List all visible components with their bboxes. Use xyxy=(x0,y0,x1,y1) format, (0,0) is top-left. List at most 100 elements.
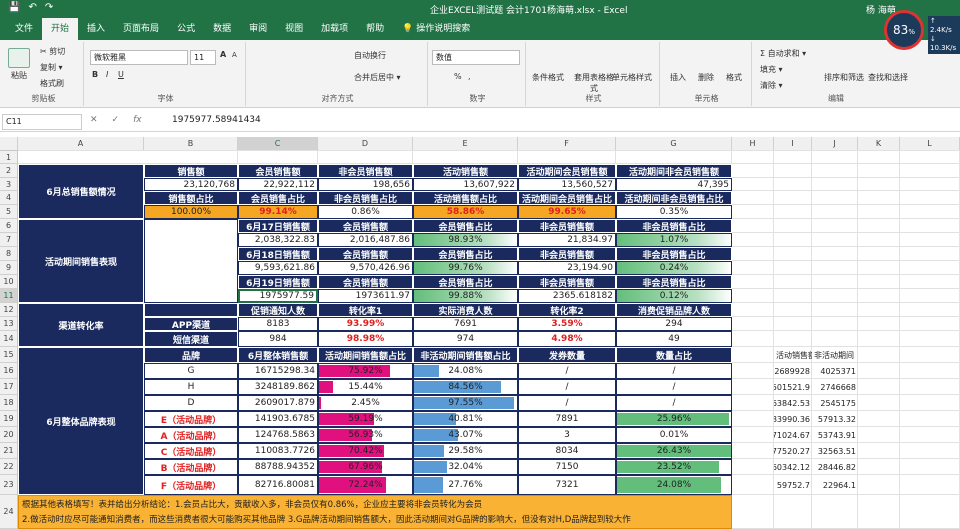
cut-button[interactable]: ✂ 剪切 xyxy=(40,46,65,57)
s4-title: 6月整体品牌表现 xyxy=(18,347,144,495)
cancel-icon[interactable]: ✕ xyxy=(90,115,98,125)
grow-font-button[interactable]: A xyxy=(220,50,226,59)
formula-input[interactable]: 1975977.58941434 xyxy=(172,115,261,125)
gridline-v xyxy=(899,151,900,529)
side-value: 28446.82 xyxy=(817,462,856,472)
s1-header: 活动销售额 xyxy=(413,164,518,178)
row-header-24[interactable]: 24 xyxy=(0,495,18,529)
analysis-note-line: 根据其他表格填写！表并给出分析结论：1.会员占比大，贡献收入多，非会员仅有0.8… xyxy=(22,500,483,510)
find-select-button[interactable]: 查找和选择 xyxy=(868,72,908,83)
row-header-17[interactable]: 17 xyxy=(0,379,18,395)
row-header-22[interactable]: 22 xyxy=(0,459,18,475)
autosum-button[interactable]: Σ 自动求和 ▾ xyxy=(760,48,806,59)
insert-cells-button[interactable]: 插入 xyxy=(670,72,686,83)
italic-button[interactable]: I xyxy=(106,70,108,79)
tab-8[interactable]: 加载项 xyxy=(312,18,357,40)
row-header-6[interactable]: 6 xyxy=(0,219,18,233)
column-header-D[interactable]: D xyxy=(318,137,413,151)
row-header-19[interactable]: 19 xyxy=(0,411,18,427)
tab-6[interactable]: 审阅 xyxy=(240,18,276,40)
row-header-3[interactable]: 3 xyxy=(0,178,18,191)
underline-button[interactable]: U xyxy=(118,70,124,79)
row-header-12[interactable]: 12 xyxy=(0,303,18,317)
fill-button[interactable]: 填充 ▾ xyxy=(760,64,783,75)
row-header-16[interactable]: 16 xyxy=(0,363,18,379)
sort-filter-button[interactable]: 排序和筛选 xyxy=(824,72,864,83)
column-header-K[interactable]: K xyxy=(858,137,900,151)
row-header-13[interactable]: 13 xyxy=(0,317,18,331)
row-header-5[interactable]: 5 xyxy=(0,205,18,219)
s1-header: 活动期间会员销售额 xyxy=(518,164,616,178)
column-header-B[interactable]: B xyxy=(144,137,238,151)
comma-button[interactable]: , xyxy=(468,72,471,81)
row-header-2[interactable]: 2 xyxy=(0,164,18,178)
row-header-4[interactable]: 4 xyxy=(0,191,18,205)
font-name-select[interactable]: 微软雅黑 xyxy=(90,50,188,65)
tab-3[interactable]: 页面布局 xyxy=(114,18,168,40)
shrink-font-button[interactable]: A xyxy=(232,51,237,59)
format-as-table-button[interactable]: 套用表格格式 xyxy=(574,72,614,94)
cell-styles-button[interactable]: 单元格样式 xyxy=(612,72,652,83)
paste-button[interactable]: 粘贴 xyxy=(8,48,30,81)
column-header-C[interactable]: C xyxy=(238,137,318,151)
tab-2[interactable]: 插入 xyxy=(78,18,114,40)
worksheet-grid[interactable]: A B C D E F G H I J K L 1 2 3 4 5 6 7 8 9 10 11 12 13 14 15 16 17 18 1… xyxy=(0,137,960,529)
tab-9[interactable]: 帮助 xyxy=(357,18,393,40)
s4-non-share: 97.55% xyxy=(413,395,518,411)
format-cells-button[interactable]: 格式 xyxy=(726,72,742,83)
row-header-11[interactable]: 11 xyxy=(0,289,18,303)
column-header-I[interactable]: I xyxy=(774,137,812,151)
tab-4[interactable]: 公式 xyxy=(168,18,204,40)
tab-5[interactable]: 数据 xyxy=(204,18,240,40)
column-header-H[interactable]: H xyxy=(732,137,774,151)
conditional-format-button[interactable]: 条件格式 xyxy=(532,72,572,83)
wrap-text-button[interactable]: 自动换行 xyxy=(354,50,386,61)
gridline-h xyxy=(18,150,960,151)
row-header-15[interactable]: 15 xyxy=(0,347,18,363)
row-header-7[interactable]: 7 xyxy=(0,233,18,247)
row-header-1[interactable]: 1 xyxy=(0,151,18,164)
row-header-20[interactable]: 20 xyxy=(0,427,18,443)
column-header-G[interactable]: G xyxy=(616,137,732,151)
column-header-F[interactable]: F xyxy=(518,137,616,151)
column-header-E[interactable]: E xyxy=(413,137,518,151)
name-box[interactable]: C11 xyxy=(2,114,82,130)
delete-cells-button[interactable]: 删除 xyxy=(698,72,714,83)
function-icon[interactable]: fx xyxy=(133,115,142,125)
undo-icon[interactable]: ↶ xyxy=(28,2,36,13)
percent-button[interactable]: % xyxy=(454,72,462,81)
row-header-18[interactable]: 18 xyxy=(0,395,18,411)
s3-value: 3.59% xyxy=(518,317,616,331)
copy-button[interactable]: 复制 ▾ xyxy=(40,62,63,73)
column-header-A[interactable]: A xyxy=(18,137,144,151)
format-painter-button[interactable]: 格式刷 xyxy=(40,78,64,89)
redo-icon[interactable]: ↷ xyxy=(45,2,53,13)
network-speed-gauge[interactable]: 83% xyxy=(884,10,924,50)
s3-header: 促销通知人数 xyxy=(238,303,318,317)
clear-button[interactable]: 清除 ▾ xyxy=(760,80,783,91)
column-header-L[interactable]: L xyxy=(900,137,960,151)
enter-icon[interactable]: ✓ xyxy=(112,115,120,125)
s1-header2: 销售额占比 xyxy=(144,191,238,205)
active-cell-c11[interactable]: 1975977.59 xyxy=(238,289,318,303)
save-icon[interactable]: 💾 xyxy=(8,2,20,13)
column-header-J[interactable]: J xyxy=(812,137,858,151)
s4-act-share: 15.44% xyxy=(318,379,413,395)
merge-center-button[interactable]: 合并后居中 ▾ xyxy=(354,72,401,83)
font-size-select[interactable]: 11 xyxy=(190,50,216,65)
number-format-select[interactable]: 数值 xyxy=(432,50,520,65)
s3-channel: APP渠道 xyxy=(144,317,238,331)
tab-10[interactable]: 💡 操作说明搜索 xyxy=(393,18,479,40)
row-header-23[interactable]: 23 xyxy=(0,475,18,495)
row-header-14[interactable]: 14 xyxy=(0,331,18,347)
bold-button[interactable]: B xyxy=(92,70,98,79)
row-header-10[interactable]: 10 xyxy=(0,275,18,289)
row-header-8[interactable]: 8 xyxy=(0,247,18,261)
tab-0[interactable]: 文件 xyxy=(6,18,42,40)
s4-sales: 82716.80081 xyxy=(238,475,318,495)
row-header-21[interactable]: 21 xyxy=(0,443,18,459)
tab-7[interactable]: 视图 xyxy=(276,18,312,40)
select-all-corner[interactable] xyxy=(0,137,18,151)
tab-1[interactable]: 开始 xyxy=(42,18,79,40)
row-header-9[interactable]: 9 xyxy=(0,261,18,275)
